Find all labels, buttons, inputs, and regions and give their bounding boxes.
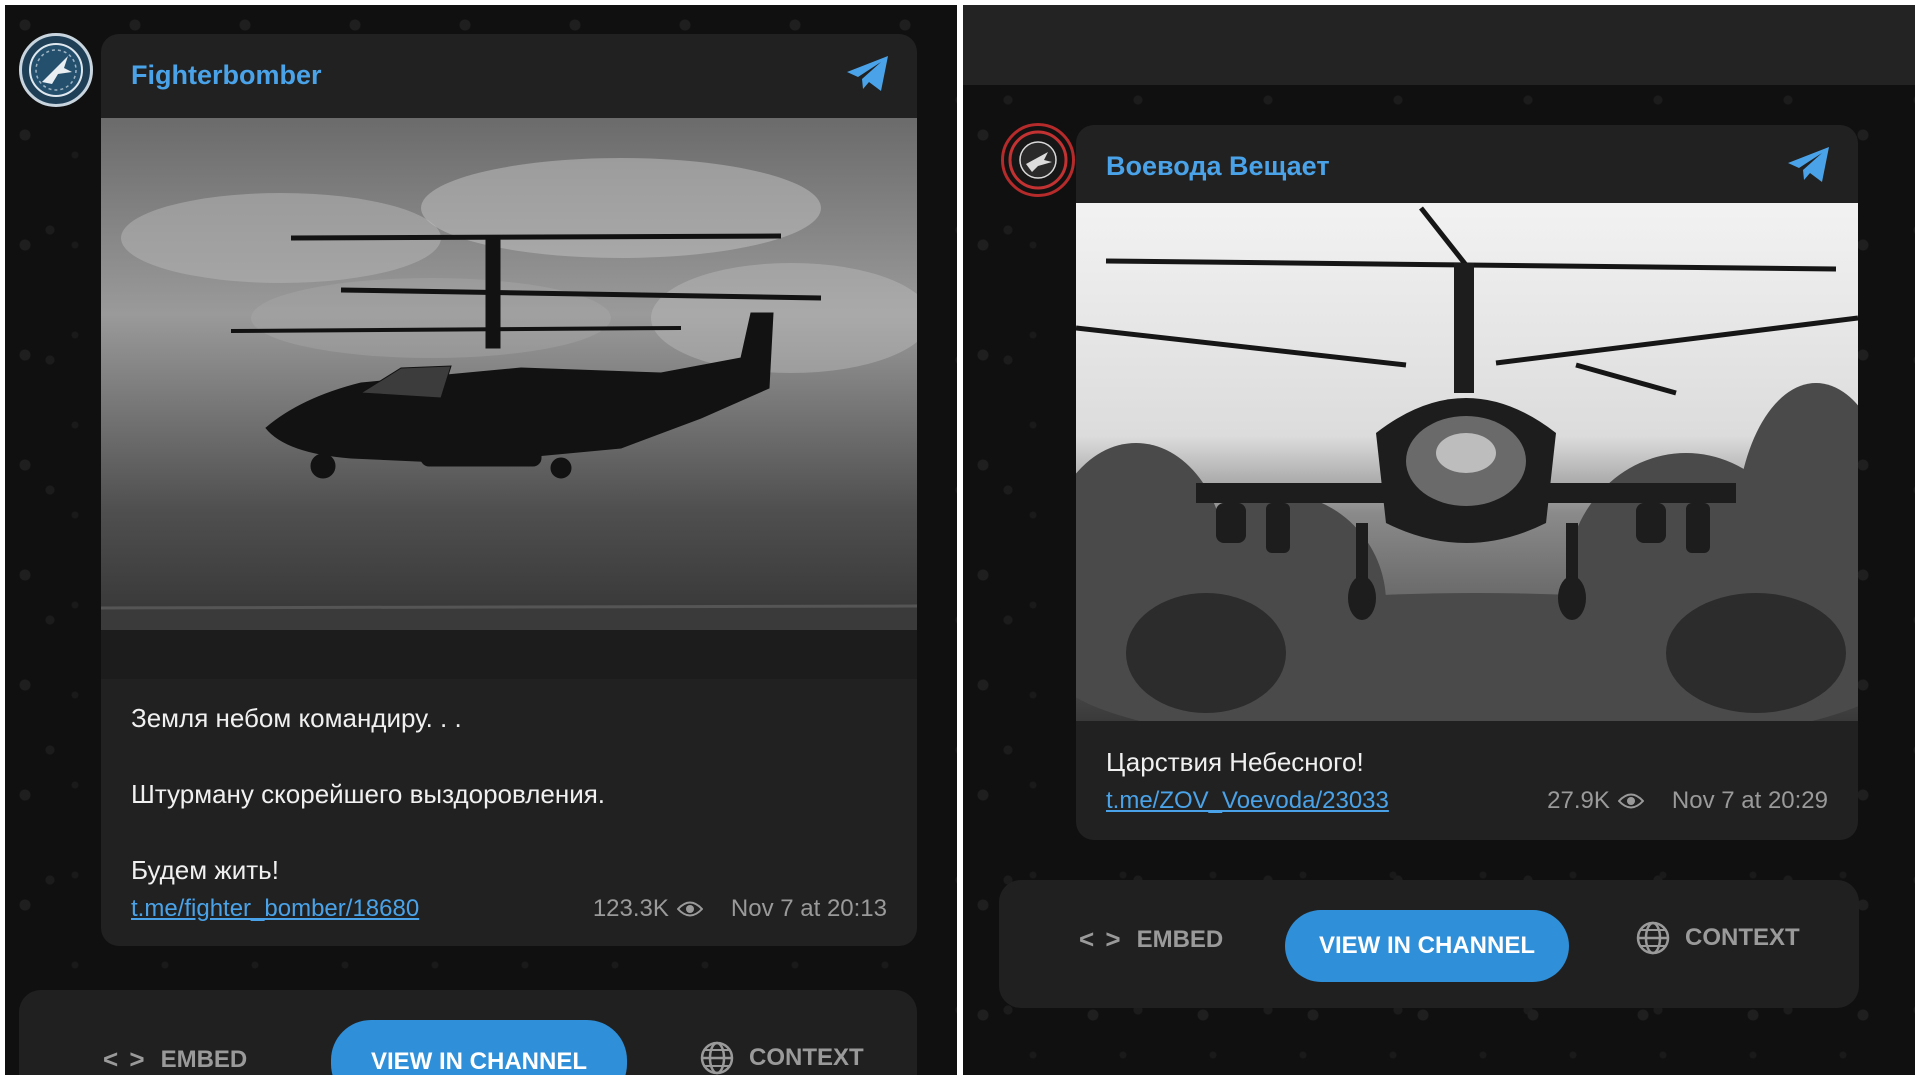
post-card: Воевода Вещает Царствия Небесного! t.me/… [1076,125,1858,840]
helicopter-front-view-photo [1076,203,1858,721]
post-link[interactable]: t.me/ZOV_Voevoda/23033 [1106,787,1389,815]
post-message: Земля небом командиру. . . Штурману скор… [101,679,917,889]
embed-button[interactable]: < > EMBED [1079,924,1223,955]
top-strip [963,5,1915,85]
post-meta: t.me/ZOV_Voevoda/23033 27.9K Nov 7 at 20… [1106,781,1828,823]
globe-icon [700,1041,734,1075]
channel-avatar[interactable] [1001,123,1075,197]
post-header: Воевода Вещает [1076,125,1858,203]
action-bar: < > EMBED VIEW IN CHANNEL CONTEXT [999,880,1859,1008]
message-line: Будем жить! [131,855,279,885]
post-meta: t.me/fighter_bomber/18680 123.3K Nov 7 a… [131,889,887,931]
view-in-channel-button[interactable]: VIEW IN CHANNEL [331,1020,627,1075]
message-line: Земля небом командиру. . . [131,703,462,733]
view-in-channel-button[interactable]: VIEW IN CHANNEL [1285,910,1569,982]
post-time: Nov 7 at 20:29 [1671,787,1828,814]
message-line: Штурману скорейшего выздоровления. [131,779,606,809]
view-count: 27.9K [1547,787,1610,814]
post-photo[interactable] [1076,203,1858,721]
message-line: Царствия Небесного! [1106,747,1364,777]
channel-avatar[interactable] [19,33,93,107]
embed-button[interactable]: < > EMBED [103,1044,247,1075]
telegram-icon[interactable] [1786,145,1832,185]
action-bar: < > EMBED VIEW IN CHANNEL CONTEXT [19,990,917,1075]
channel-name[interactable]: Fighterbomber [131,60,322,91]
post-card: Fighterbomber Земля небом командиру. . .… [101,34,917,946]
post-message: Царствия Небесного! [1076,721,1858,781]
telegram-icon[interactable] [845,54,891,94]
view-count: 123.3K [592,895,669,922]
context-button[interactable]: CONTEXT [699,1040,864,1075]
voevoda-logo-icon [1008,130,1068,190]
embed-label: EMBED [1136,925,1224,953]
post-stats: 27.9K Nov 7 at 20:29 [1547,787,1828,815]
code-brackets-icon: < > [1079,924,1123,954]
globe-icon [1636,921,1670,955]
helicopter-in-flight-photo [101,118,917,679]
post-photo[interactable] [101,118,917,679]
embed-label: EMBED [160,1045,248,1073]
channel-name[interactable]: Воевода Вещает [1106,151,1330,182]
post-stats: 123.3K Nov 7 at 20:13 [593,895,887,923]
telegram-embed-left: Fighterbomber Земля небом командиру. . .… [5,5,957,1075]
code-brackets-icon: < > [103,1044,147,1074]
context-button[interactable]: CONTEXT [1635,920,1800,956]
post-link[interactable]: t.me/fighter_bomber/18680 [131,895,419,923]
post-time: Nov 7 at 20:13 [730,895,887,922]
context-label: CONTEXT [1685,924,1800,951]
post-header: Fighterbomber [101,34,917,118]
eye-icon [676,901,703,917]
fighterbomber-logo-icon [29,43,83,97]
eye-icon [1617,793,1644,809]
context-label: CONTEXT [749,1044,864,1071]
telegram-embed-right: Воевода Вещает Царствия Небесного! t.me/… [963,5,1915,1075]
